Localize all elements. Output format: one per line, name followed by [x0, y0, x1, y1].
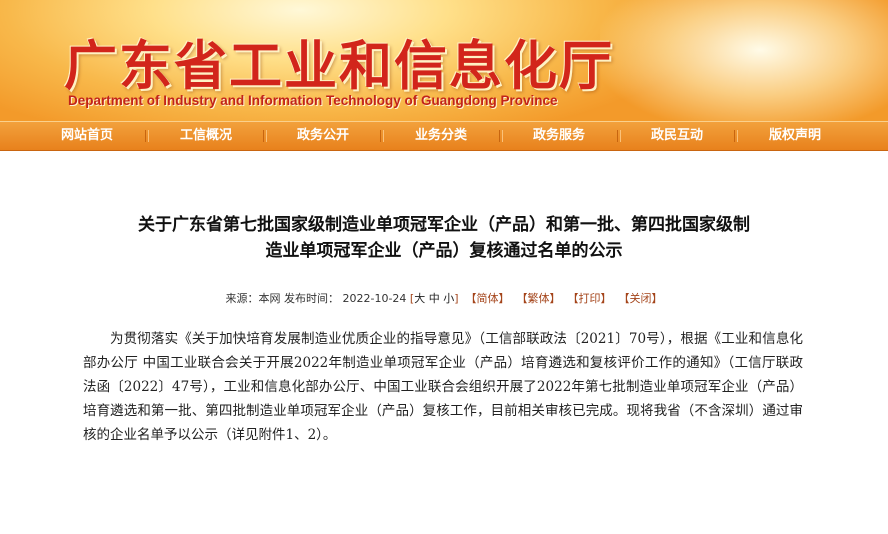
- nav-separator: [145, 130, 149, 142]
- nav-item-services[interactable]: 政务服务: [533, 122, 585, 150]
- main-nav: 网站首页 工信概况 政务公开 业务分类 政务服务 政民互动 版权声明: [0, 121, 888, 151]
- traditional-link[interactable]: 【繁体】: [517, 292, 561, 305]
- nav-item-gov-affairs[interactable]: 政务公开: [297, 122, 349, 150]
- simplified-link[interactable]: 【简体】: [466, 292, 510, 305]
- nav-item-home[interactable]: 网站首页: [61, 122, 113, 150]
- site-banner: 广东省工业和信息化厅 Department of Industry and In…: [0, 0, 888, 121]
- nav-separator: [263, 130, 267, 142]
- font-size-large[interactable]: 大: [414, 292, 425, 305]
- nav-separator: [734, 130, 738, 142]
- nav-item-copyright[interactable]: 版权声明: [769, 122, 821, 150]
- nav-separator: [617, 130, 621, 142]
- nav-separator: [380, 130, 384, 142]
- article-title-line1: 关于广东省第七批国家级制造业单项冠军企业（产品）和第一批、第四批国家级制: [138, 215, 750, 235]
- font-size-medium[interactable]: 中: [429, 292, 440, 305]
- close-link[interactable]: 【关闭】: [619, 292, 663, 305]
- print-link[interactable]: 【打印】: [568, 292, 612, 305]
- banner-glow: [600, 0, 888, 121]
- site-title: 广东省工业和信息化厅: [64, 36, 614, 97]
- font-size-small[interactable]: 小: [443, 292, 454, 305]
- article-meta: 来源：本网 发布时间： 2022-10-24 [大 中 小] 【简体】 【繁体】…: [225, 292, 663, 305]
- site-subtitle: Department of Industry and Information T…: [68, 93, 558, 108]
- article-body: 为贯彻落实《关于加快培育发展制造业优质企业的指导意见》（工信部联政法〔2021〕…: [83, 331, 803, 443]
- publish-label: 发布时间：: [283, 292, 339, 305]
- article-title: 关于广东省第七批国家级制造业单项冠军企业（产品）和第一批、第四批国家级制 造业单…: [60, 212, 828, 264]
- nav-separator: [499, 130, 503, 142]
- nav-item-business[interactable]: 业务分类: [415, 122, 467, 150]
- source-label: 来源：本网: [225, 292, 281, 305]
- nav-item-overview[interactable]: 工信概况: [180, 122, 232, 150]
- article-title-line2: 造业单项冠军企业（产品）复核通过名单的公示: [265, 241, 623, 261]
- publish-time: 2022-10-24: [342, 292, 407, 305]
- nav-item-interaction[interactable]: 政民互动: [651, 122, 703, 150]
